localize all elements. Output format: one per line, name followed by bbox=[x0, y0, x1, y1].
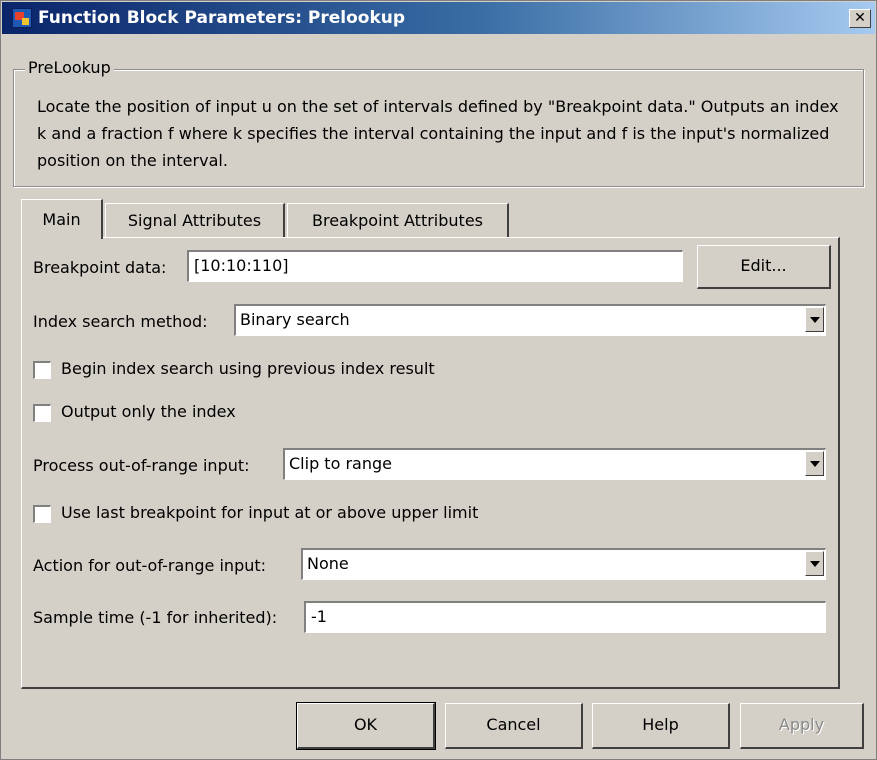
chevron-down-icon[interactable] bbox=[805, 307, 824, 332]
begin-index-search-label[interactable]: Begin index search using previous index … bbox=[61, 359, 435, 378]
process-out-of-range-select[interactable]: Clip to range bbox=[283, 448, 826, 480]
action-out-of-range-label: Action for out-of-range input: bbox=[33, 556, 267, 575]
breakpoint-data-input[interactable]: [10:10:110] bbox=[187, 250, 683, 282]
close-icon[interactable]: ✕ bbox=[849, 9, 871, 28]
use-last-breakpoint-checkbox[interactable] bbox=[33, 505, 51, 523]
sample-time-input[interactable]: -1 bbox=[304, 601, 826, 633]
window-title: Function Block Parameters: Prelookup bbox=[38, 8, 406, 28]
groupbox-label: PreLookup bbox=[25, 58, 114, 77]
index-search-method-value: Binary search bbox=[240, 310, 350, 329]
action-out-of-range-select[interactable]: None bbox=[301, 548, 826, 580]
dialog-window: Function Block Parameters: Prelookup ✕ P… bbox=[0, 0, 877, 760]
chevron-down-icon[interactable] bbox=[805, 551, 824, 576]
apply-button[interactable]: Apply bbox=[740, 703, 864, 749]
index-search-method-select[interactable]: Binary search bbox=[234, 304, 826, 336]
cancel-button[interactable]: Cancel bbox=[445, 703, 583, 749]
process-out-of-range-value: Clip to range bbox=[289, 454, 392, 473]
help-button[interactable]: Help bbox=[592, 703, 730, 749]
title-bar[interactable]: Function Block Parameters: Prelookup ✕ bbox=[2, 2, 875, 34]
ok-button[interactable]: OK bbox=[296, 702, 436, 750]
tab-signal-attributes[interactable]: Signal Attributes bbox=[105, 203, 285, 237]
output-only-index-label[interactable]: Output only the index bbox=[61, 402, 236, 421]
use-last-breakpoint-label[interactable]: Use last breakpoint for input at or abov… bbox=[61, 503, 478, 522]
process-out-of-range-label: Process out-of-range input: bbox=[33, 456, 250, 475]
tab-breakpoint-attributes[interactable]: Breakpoint Attributes bbox=[287, 203, 509, 237]
tab-main[interactable]: Main bbox=[21, 199, 103, 239]
action-out-of-range-value: None bbox=[307, 554, 349, 573]
breakpoint-data-label: Breakpoint data: bbox=[33, 258, 167, 277]
output-only-index-checkbox[interactable] bbox=[33, 404, 51, 422]
chevron-down-icon[interactable] bbox=[805, 451, 824, 476]
simulink-block-icon bbox=[12, 8, 32, 28]
sample-time-label: Sample time (-1 for inherited): bbox=[33, 608, 278, 627]
index-search-method-label: Index search method: bbox=[33, 312, 208, 331]
begin-index-search-checkbox[interactable] bbox=[33, 361, 51, 379]
edit-button[interactable]: Edit... bbox=[697, 245, 831, 289]
block-description: Locate the position of input u on the se… bbox=[37, 97, 839, 170]
